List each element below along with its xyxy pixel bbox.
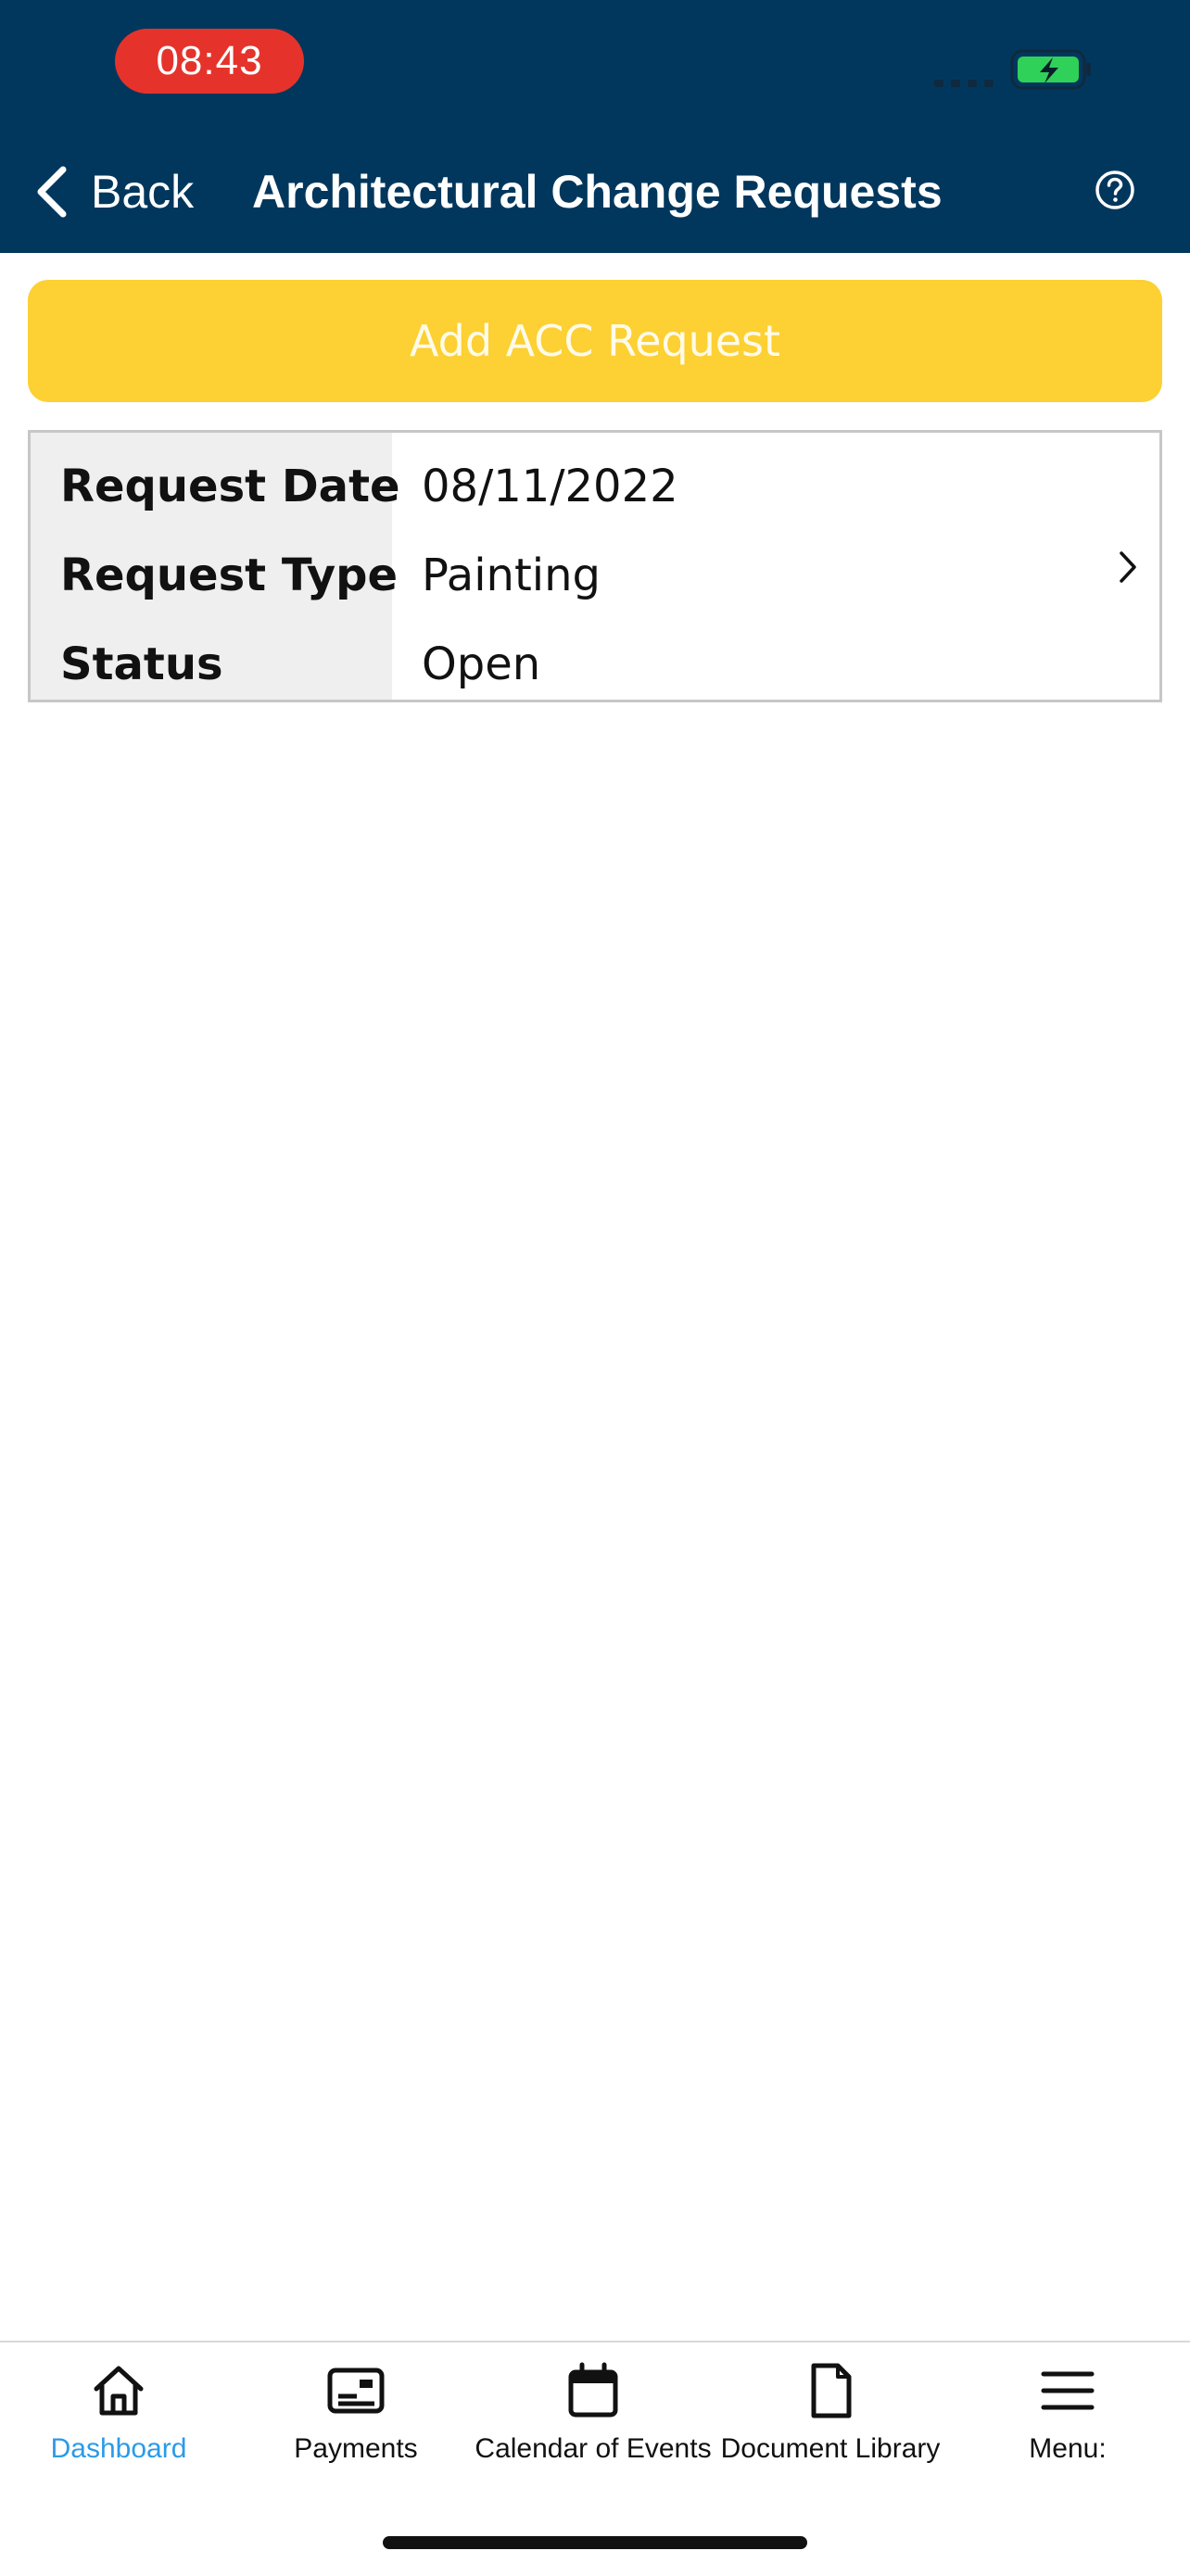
- chevron-right-icon: [1120, 551, 1136, 583]
- request-date-label: Request Date: [60, 461, 400, 512]
- tab-payments[interactable]: Payments: [237, 2361, 475, 2465]
- tab-label: Calendar of Events: [475, 2433, 712, 2464]
- document-icon: [811, 2363, 852, 2418]
- request-type-value: Painting: [422, 549, 601, 601]
- request-date-value: 08/11/2022: [422, 461, 678, 512]
- hamburger-menu-icon: [1041, 2371, 1095, 2410]
- calendar-icon: [568, 2362, 618, 2418]
- request-field-labels: Request Date Request Type Status: [31, 433, 400, 700]
- home-indicator: [383, 2536, 807, 2549]
- request-list-item[interactable]: Request Date Request Type Status 08/11/2…: [28, 430, 1162, 702]
- tab-label: Menu:: [1029, 2433, 1107, 2464]
- app-header: 08:43 Back Architectural Change Requests: [0, 0, 1190, 253]
- status-time: 08:43: [115, 29, 304, 94]
- status-label: Status: [60, 638, 223, 690]
- status-value: Open: [422, 638, 541, 690]
- tab-label: Document Library: [720, 2433, 941, 2464]
- tab-menu[interactable]: Menu:: [949, 2361, 1186, 2465]
- tab-label: Dashboard: [50, 2433, 187, 2464]
- page-title: Architectural Change Requests: [252, 166, 943, 218]
- question-circle-icon[interactable]: [1094, 169, 1136, 211]
- tab-label: Payments: [294, 2433, 418, 2464]
- payment-card-icon: [327, 2368, 385, 2414]
- battery-charging-icon: [1010, 49, 1091, 90]
- chevron-left-icon: [37, 166, 67, 218]
- cellular-signal-icon: [934, 80, 994, 87]
- back-button[interactable]: Back: [33, 158, 194, 226]
- back-label: Back: [91, 166, 195, 218]
- tab-dashboard[interactable]: Dashboard: [0, 2361, 237, 2465]
- home-icon: [94, 2366, 144, 2416]
- tab-calendar-of-events[interactable]: Calendar of Events: [475, 2361, 712, 2465]
- add-acc-request-button[interactable]: Add ACC Request: [28, 280, 1162, 402]
- tab-document-library[interactable]: Document Library: [712, 2361, 949, 2465]
- request-type-label: Request Type: [60, 549, 399, 601]
- request-field-values: 08/11/2022 Painting Open: [392, 433, 1159, 700]
